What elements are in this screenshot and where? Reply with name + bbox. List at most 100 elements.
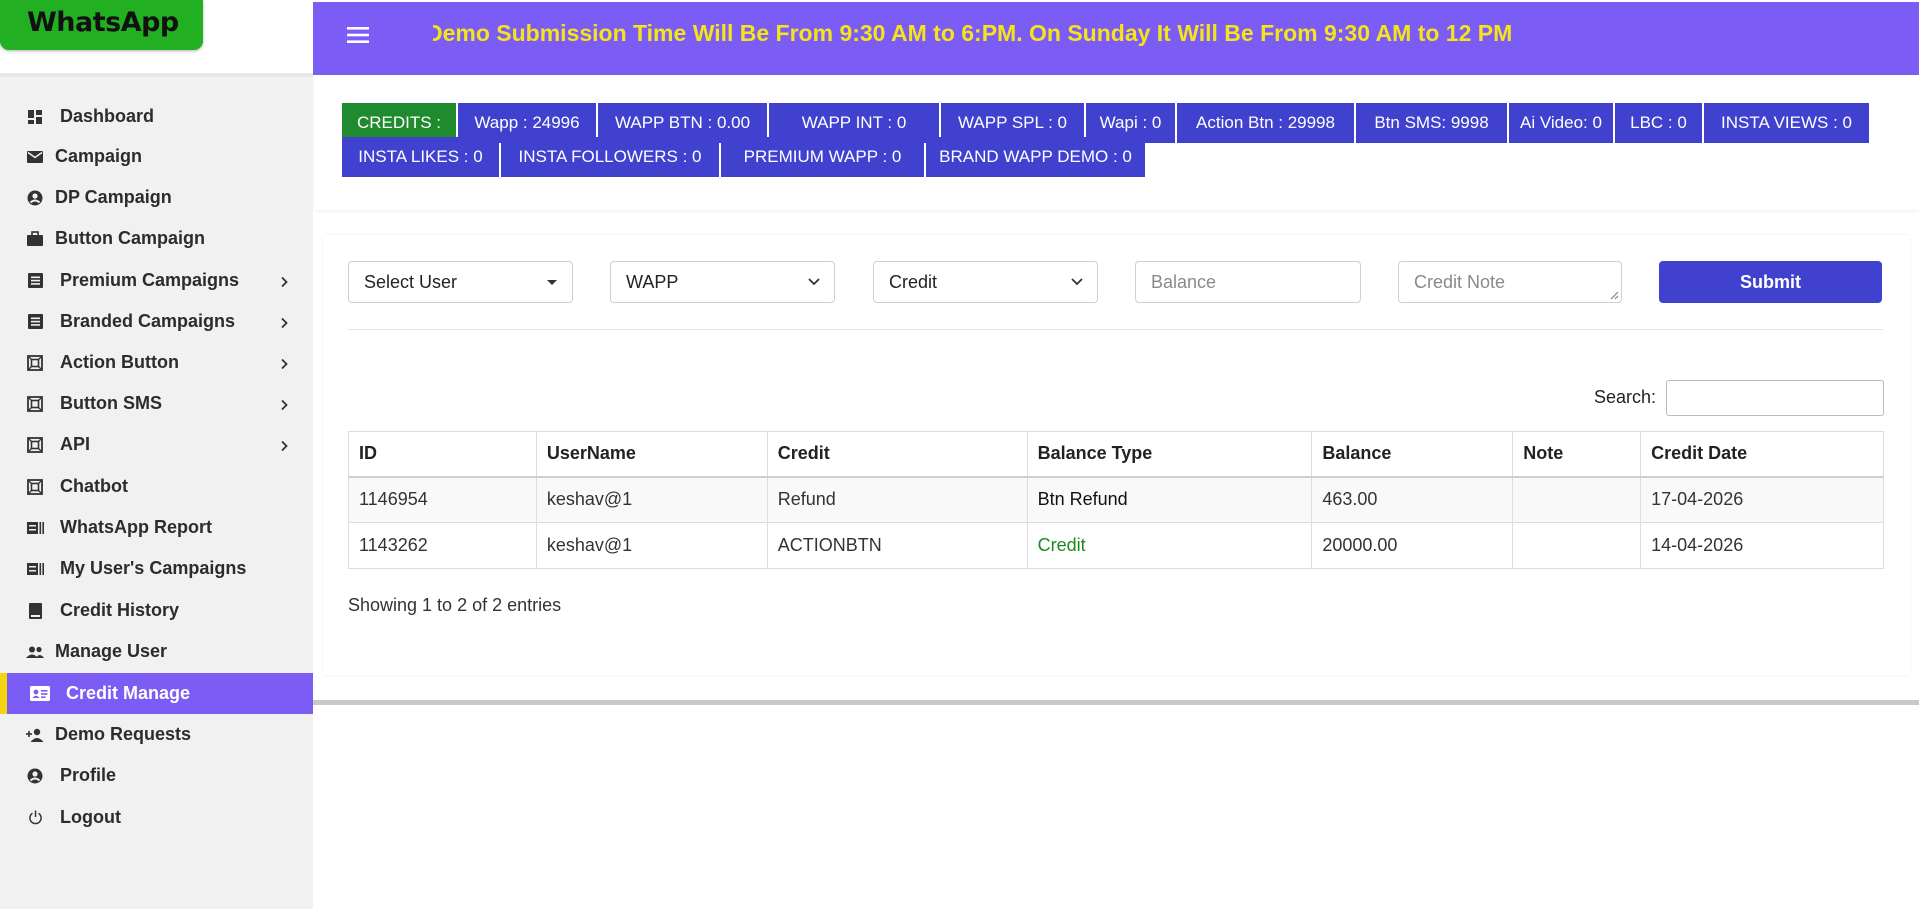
sidebar-divider <box>0 73 313 77</box>
chevron-right-icon <box>278 275 290 287</box>
credit-badge: LBC : 0 <box>1615 103 1702 143</box>
logo-area: WhatsApp <box>0 0 313 76</box>
sidebar-item-logout[interactable]: Logout <box>0 797 313 838</box>
column-header-credit-date[interactable]: Credit Date <box>1640 431 1884 478</box>
credit-type-select[interactable]: WAPP <box>610 261 835 303</box>
table-cell: 17-04-2026 <box>1640 476 1884 523</box>
sidebar-item-label: Button SMS <box>60 393 162 413</box>
credits-card: CREDITS : Wapp : 24996 WAPP BTN : 0.00 WAP… <box>315 78 1919 210</box>
logo[interactable]: WhatsApp <box>0 0 203 50</box>
resize-handle-icon[interactable] <box>1609 290 1619 300</box>
credit-badge: BRAND WAPP DEMO : 0 <box>926 137 1145 177</box>
chevron-right-icon <box>278 316 290 328</box>
sidebar-item-dp-campaign[interactable]: DP Campaign <box>0 177 313 218</box>
credit-badge: INSTA LIKES : 0 <box>342 137 499 177</box>
sidebar-item-label: Chatbot <box>60 476 128 496</box>
top-header: Demo Submission Time Will Be From 9:30 A… <box>313 2 1919 75</box>
table-cell: 1143262 <box>348 522 537 569</box>
frame-icon <box>25 394 45 414</box>
user-circle-icon <box>25 766 45 786</box>
briefcase-icon <box>25 229 45 249</box>
sidebar-item-credit-manage[interactable]: Credit Manage <box>0 673 313 714</box>
credit-badge: Action Btn : 29998 <box>1177 103 1354 143</box>
sidebar-item-label: Demo Requests <box>55 724 192 744</box>
credit-action-select[interactable]: Credit <box>873 261 1098 303</box>
power-icon <box>25 808 45 828</box>
form-divider <box>348 329 1883 330</box>
table-body: 1146954 keshav@1 Refund Btn Refund 463.00 17-… <box>348 476 1884 569</box>
sidebar-item-label: DP Campaign <box>55 187 172 207</box>
sidebar-item-label: Premium Campaigns <box>60 270 240 290</box>
sidebar-item-campaign[interactable]: Campaign <box>0 136 313 177</box>
list-icon <box>25 271 45 291</box>
sidebar-item-label: API <box>60 434 91 454</box>
sidebar-item-premium-campaigns[interactable]: Premium Campaigns <box>0 260 313 301</box>
balance-placeholder: Balance <box>1151 271 1217 292</box>
entries-info: Showing 1 to 2 of 2 entries <box>348 595 562 615</box>
table-row: 1143262 keshav@1 ACTIONBTN Credit 20000.00 14… <box>348 522 1884 569</box>
sidebar-item-label: WhatsApp Report <box>60 517 212 537</box>
sidebar-item-label: Action Button <box>60 352 179 372</box>
column-header-id[interactable]: ID <box>348 431 537 478</box>
sidebar-item-label: Dashboard <box>60 106 155 126</box>
sidebar-item-label: My User's Campaigns <box>60 558 247 578</box>
chevron-right-icon <box>278 357 290 369</box>
search-input[interactable] <box>1666 380 1884 416</box>
sidebar-item-label: Manage User <box>55 641 168 661</box>
sidebar-item-branded-campaigns[interactable]: Branded Campaigns <box>0 301 313 342</box>
balance-input[interactable]: Balance <box>1135 261 1361 303</box>
table-header-row: ID UserName Credit Balance Type Balance Note C… <box>348 431 1884 478</box>
sidebar-item-label: Branded Campaigns <box>60 311 236 331</box>
logo-text: WhatsApp <box>27 7 179 38</box>
sidebar-item-api[interactable]: API <box>0 424 313 465</box>
table-cell: keshav@1 <box>535 476 768 523</box>
users-icon <box>25 642 45 662</box>
sidebar-item-whatsapp-report[interactable]: WhatsApp Report <box>0 507 313 548</box>
table-cell: 14-04-2026 <box>1640 522 1884 569</box>
id-card-icon <box>30 684 50 704</box>
report-icon <box>25 518 45 538</box>
table-cell: Btn Refund <box>1026 476 1313 523</box>
sidebar-item-dashboard[interactable]: Dashboard <box>0 96 313 137</box>
sidebar-item-button-sms[interactable]: Button SMS <box>0 383 313 424</box>
chevron-down-icon <box>808 278 820 286</box>
sidebar-item-label: Credit Manage <box>66 683 191 703</box>
submit-button[interactable]: Submit <box>1659 261 1882 303</box>
marquee-clip: Demo Submission Time Will Be From 9:30 A… <box>433 2 1919 75</box>
column-header-note[interactable]: Note <box>1512 431 1642 478</box>
sidebar-item-profile[interactable]: Profile <box>0 755 313 796</box>
credit-badge: Ai Video: 0 <box>1509 103 1613 143</box>
credit-badge: INSTA FOLLOWERS : 0 <box>501 137 719 177</box>
sidebar-item-demo-requests[interactable]: Demo Requests <box>0 714 313 755</box>
credit-note-placeholder: Credit Note <box>1414 271 1506 292</box>
frame-icon <box>25 353 45 373</box>
sidebar-item-credit-history[interactable]: Credit History <box>0 590 313 631</box>
table-cell <box>1512 476 1642 523</box>
grid-icon <box>25 107 45 127</box>
credit-action-value: Credit <box>889 271 938 292</box>
chevron-right-icon <box>278 439 290 451</box>
sidebar-item-label: Credit History <box>60 600 180 620</box>
select-user-dropdown[interactable]: Select User <box>348 261 573 303</box>
report-icon <box>25 559 45 579</box>
column-header-balance-type[interactable]: Balance Type <box>1026 431 1313 478</box>
sidebar-item-my-user-s-campaigns[interactable]: My User's Campaigns <box>0 548 313 589</box>
credit-note-textarea[interactable]: Credit Note <box>1398 261 1622 303</box>
person-add-icon <box>25 725 45 745</box>
search-label: Search: <box>1594 387 1657 407</box>
frame-icon <box>25 477 45 497</box>
mail-icon <box>25 147 45 167</box>
column-header-credit[interactable]: Credit <box>766 431 1028 478</box>
table-cell: 463.00 <box>1311 476 1514 523</box>
column-header-username[interactable]: UserName <box>535 431 768 478</box>
sidebar-item-button-campaign[interactable]: Button Campaign <box>0 218 313 259</box>
sidebar-item-action-button[interactable]: Action Button <box>0 342 313 383</box>
hamburger-menu-icon[interactable] <box>345 24 371 46</box>
select-user-value: Select User <box>364 271 458 292</box>
sidebar-item-label: Button Campaign <box>55 228 205 248</box>
sidebar-item-chatbot[interactable]: Chatbot <box>0 466 313 507</box>
table-row: 1146954 keshav@1 Refund Btn Refund 463.00 17-… <box>348 476 1884 523</box>
column-header-balance[interactable]: Balance <box>1311 431 1514 478</box>
sidebar-item-manage-user[interactable]: Manage User <box>0 631 313 672</box>
credit-table: ID UserName Credit Balance Type Balance Note C… <box>348 431 1884 569</box>
